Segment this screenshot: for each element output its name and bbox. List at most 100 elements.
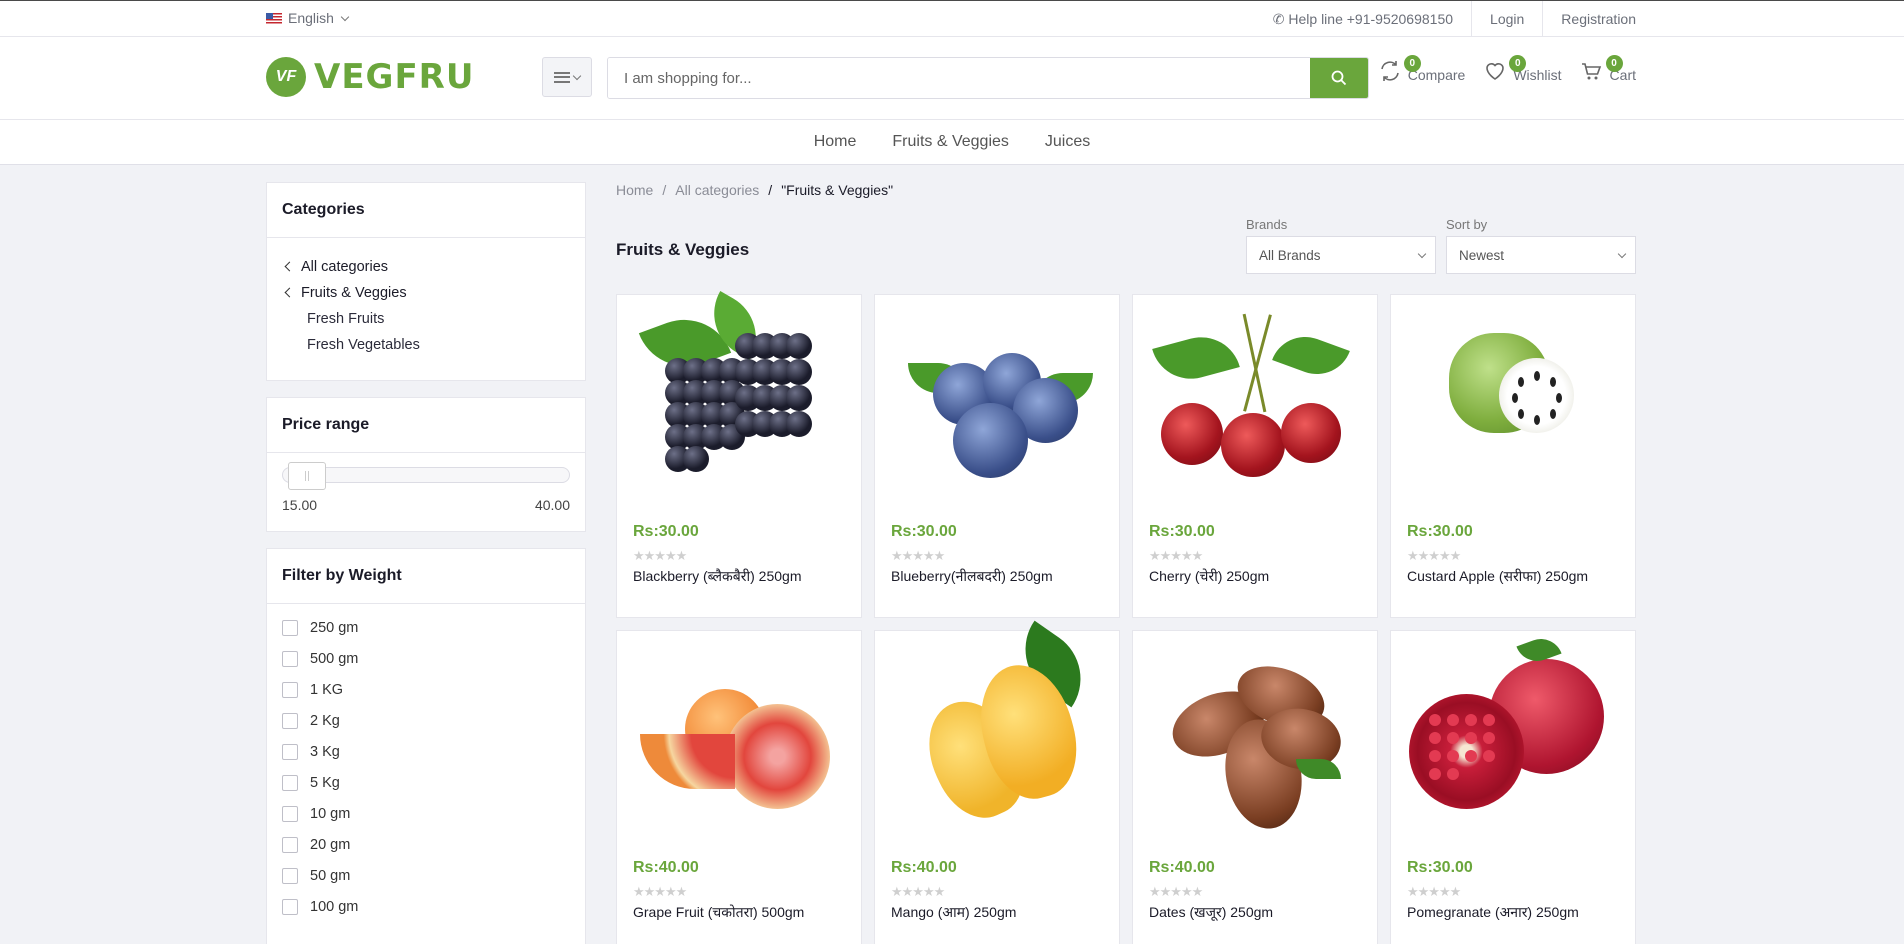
us-flag-icon bbox=[266, 12, 282, 24]
registration-link[interactable]: Registration bbox=[1542, 1, 1636, 37]
category-fruits-veggies[interactable]: Fruits & Veggies bbox=[282, 280, 570, 306]
logo-mark: VF bbox=[266, 57, 306, 97]
price-max: 40.00 bbox=[534, 497, 570, 513]
category-all[interactable]: All categories bbox=[282, 254, 570, 280]
categories-title: Categories bbox=[267, 183, 585, 238]
heart-icon bbox=[1486, 63, 1505, 80]
nav-item-fruits-veggies[interactable]: Fruits & Veggies bbox=[892, 133, 1009, 151]
weight-option[interactable]: 1 KG bbox=[282, 682, 570, 698]
checkbox[interactable] bbox=[282, 806, 298, 822]
product-name[interactable]: Mango (आम) 250gm bbox=[891, 903, 1016, 922]
price-slider[interactable] bbox=[282, 462, 570, 490]
product-image[interactable] bbox=[883, 303, 1111, 503]
checkbox[interactable] bbox=[282, 682, 298, 698]
compare-icon bbox=[1380, 61, 1399, 81]
product-card[interactable]: Rs:30.00 ★★★★★ Custard Apple (सरीफा) 250… bbox=[1390, 294, 1636, 618]
weight-option[interactable]: 5 Kg bbox=[282, 775, 570, 791]
product-card[interactable]: Rs:30.00 ★★★★★ Pomegranate (अनार) 250gm bbox=[1390, 630, 1636, 944]
product-card[interactable]: Rs:30.00 ★★★★★ Cherry (चेरी) 250gm bbox=[1132, 294, 1378, 618]
weight-option[interactable]: 10 gm bbox=[282, 806, 570, 822]
weight-option[interactable]: 250 gm bbox=[282, 620, 570, 636]
weight-option[interactable]: 500 gm bbox=[282, 651, 570, 667]
rating-stars: ★★★★★ bbox=[1407, 884, 1461, 899]
weight-label: 1 KG bbox=[310, 682, 344, 698]
weight-label: 3 Kg bbox=[310, 744, 340, 760]
product-price: Rs:30.00 bbox=[633, 523, 699, 540]
weight-option[interactable]: 3 Kg bbox=[282, 744, 570, 760]
nav-item-home[interactable]: Home bbox=[814, 133, 857, 151]
product-price: Rs:30.00 bbox=[891, 523, 957, 540]
nav-item-juices[interactable]: Juices bbox=[1045, 133, 1090, 151]
logo[interactable]: VF VEGFRU bbox=[266, 57, 474, 97]
product-card[interactable]: Rs:30.00 ★★★★★ Blackberry (ब्लैकबैरी) 25… bbox=[616, 291, 862, 618]
search-icon bbox=[1331, 70, 1347, 86]
weight-filter-title: Filter by Weight bbox=[267, 549, 585, 604]
product-image[interactable] bbox=[883, 620, 1111, 839]
category-fresh-fruits[interactable]: Fresh Fruits bbox=[282, 306, 570, 332]
product-card[interactable]: Rs:40.00 ★★★★★ Grape Fruit (चकोतरा) 500g… bbox=[616, 630, 862, 944]
product-card[interactable]: Rs:30.00 ★★★★★ Blueberry(नीलबदरी) 250gm bbox=[874, 294, 1120, 618]
wishlist-link[interactable]: 0 Wishlist bbox=[1483, 55, 1562, 83]
product-name[interactable]: Grape Fruit (चकोतरा) 500gm bbox=[633, 903, 804, 922]
sort-select[interactable]: Newest bbox=[1446, 236, 1636, 274]
header: VF VEGFRU 0 Compare 0 Wishlist 0 Cart bbox=[0, 37, 1904, 120]
product-price: Rs:40.00 bbox=[1149, 859, 1215, 876]
checkbox[interactable] bbox=[282, 744, 298, 760]
breadcrumb-home[interactable]: Home bbox=[616, 182, 653, 198]
product-card[interactable]: Rs:40.00 ★★★★★ Mango (आम) 250gm bbox=[874, 620, 1120, 944]
chevron-left-icon bbox=[284, 261, 295, 272]
weight-label: 250 gm bbox=[310, 620, 359, 636]
product-name[interactable]: Blueberry(नीलबदरी) 250gm bbox=[891, 567, 1053, 586]
weight-option[interactable]: 50 gm bbox=[282, 868, 570, 884]
search-input[interactable] bbox=[608, 58, 1310, 98]
category-fresh-vegetables[interactable]: Fresh Vegetables bbox=[282, 332, 570, 358]
search-button[interactable] bbox=[1310, 58, 1368, 98]
category-label: Fruits & Veggies bbox=[301, 285, 407, 301]
breadcrumb-all-categories[interactable]: All categories bbox=[675, 182, 759, 198]
weight-option[interactable]: 20 gm bbox=[282, 837, 570, 853]
product-price: Rs:30.00 bbox=[1149, 523, 1215, 540]
product-image[interactable] bbox=[1141, 639, 1369, 839]
cart-link[interactable]: 0 Cart bbox=[1580, 55, 1636, 83]
categories-menu-button[interactable] bbox=[542, 57, 592, 97]
price-slider-handle[interactable] bbox=[288, 462, 326, 490]
product-image[interactable] bbox=[1399, 303, 1627, 503]
weight-label: 500 gm bbox=[310, 651, 359, 667]
product-name[interactable]: Dates (खजूर) 250gm bbox=[1149, 903, 1273, 922]
sort-value: Newest bbox=[1459, 247, 1505, 263]
checkbox[interactable] bbox=[282, 713, 298, 729]
product-name[interactable]: Cherry (चेरी) 250gm bbox=[1149, 567, 1269, 586]
phone-icon: ✆ bbox=[1272, 11, 1289, 27]
checkbox[interactable] bbox=[282, 775, 298, 791]
weight-label: 20 gm bbox=[310, 837, 351, 853]
checkbox[interactable] bbox=[282, 899, 298, 915]
login-link[interactable]: Login bbox=[1471, 1, 1542, 37]
product-grid: Rs:30.00 ★★★★★ Blackberry (ब्लैकबैरी) 25… bbox=[616, 291, 1636, 944]
brands-select[interactable]: All Brands bbox=[1246, 236, 1436, 274]
product-name[interactable]: Pomegranate (अनार) 250gm bbox=[1407, 903, 1579, 922]
sort-filter: Sort by Newest bbox=[1446, 217, 1636, 274]
logo-text: VEGFRU bbox=[314, 57, 475, 97]
sort-label: Sort by bbox=[1446, 217, 1488, 232]
compare-link[interactable]: 0 Compare bbox=[1378, 55, 1465, 83]
product-card[interactable]: Rs:40.00 ★★★★★ Dates (खजूर) 250gm bbox=[1132, 630, 1378, 944]
product-image[interactable] bbox=[1399, 632, 1627, 839]
product-name[interactable]: Custard Apple (सरीफा) 250gm bbox=[1407, 567, 1588, 586]
checkbox[interactable] bbox=[282, 868, 298, 884]
weight-option[interactable]: 100 gm bbox=[282, 899, 570, 915]
categories-card: Categories All categories Fruits & Veggi… bbox=[266, 182, 586, 381]
checkbox[interactable] bbox=[282, 837, 298, 853]
compare-count-badge: 0 bbox=[1403, 55, 1421, 72]
checkbox[interactable] bbox=[282, 651, 298, 667]
product-name[interactable]: Blackberry (ब्लैकबैरी) 250gm bbox=[633, 567, 802, 586]
language-selector[interactable]: English bbox=[266, 10, 350, 26]
rating-stars: ★★★★★ bbox=[633, 548, 687, 563]
checkbox[interactable] bbox=[282, 620, 298, 636]
product-image[interactable] bbox=[1141, 303, 1369, 503]
helpline[interactable]: ✆ Help line +91-9520698150 bbox=[1255, 1, 1471, 37]
breadcrumb-current: "Fruits & Veggies" bbox=[781, 182, 894, 198]
product-image[interactable] bbox=[625, 291, 853, 503]
chevron-down-icon bbox=[1617, 249, 1627, 258]
weight-option[interactable]: 2 Kg bbox=[282, 713, 570, 729]
product-image[interactable] bbox=[625, 639, 853, 839]
